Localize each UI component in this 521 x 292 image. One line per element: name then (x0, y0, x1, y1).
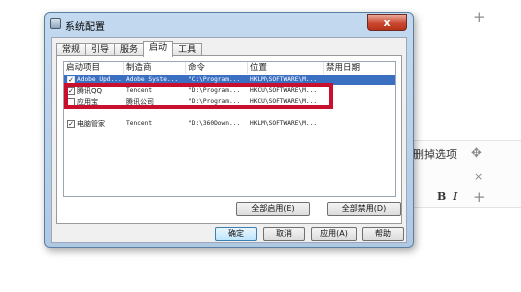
cancel-button[interactable]: 取消 (263, 227, 305, 241)
help-button[interactable]: 帮助 (362, 227, 404, 241)
window-title: 系统配置 (65, 22, 105, 33)
list-header: 启动项目 制造商 命令 位置 禁用日期 (64, 62, 395, 74)
app-icon (50, 18, 61, 29)
add-block-icon-2[interactable]: + (473, 188, 486, 206)
column-header-item[interactable]: 启动项目 (64, 62, 124, 74)
editor-option-text: 删掉选项 (413, 148, 457, 161)
cell-command: "D:\360Down... (188, 120, 241, 127)
column-header-vendor[interactable]: 制造商 (124, 62, 186, 74)
dialog-client-area: 常规 引导 服务 启动 工具 启动项目 制造商 命令 位置 禁用日期 ✓ Ado… (51, 37, 407, 243)
title-bar[interactable]: 系统配置 x (45, 13, 413, 34)
tab-startup[interactable]: 启动 (143, 41, 174, 57)
move-handle-icon[interactable]: ✥ (471, 146, 482, 161)
cell-location: HKLM\SOFTWARE\M... (250, 120, 318, 127)
tab-strip: 常规 引导 服务 启动 工具 (56, 41, 203, 57)
column-header-location[interactable]: 位置 (248, 62, 324, 74)
close-icon[interactable]: × (474, 170, 483, 183)
disable-all-button[interactable]: 全部禁用(D) (327, 202, 401, 216)
cell-item: 电脑管家 (77, 120, 105, 128)
close-button[interactable]: x (367, 14, 407, 31)
table-row[interactable]: ✓ 电脑管家 Tencent "D:\360Down... HKLM\SOFTW… (64, 119, 395, 129)
ok-button[interactable]: 确定 (215, 227, 257, 241)
italic-button[interactable]: I (453, 190, 457, 203)
row-checkbox[interactable]: ✓ (67, 120, 75, 128)
column-header-disabled-date[interactable]: 禁用日期 (324, 62, 395, 74)
add-block-icon[interactable]: + (473, 8, 486, 26)
apply-button[interactable]: 应用(A) (311, 227, 357, 241)
enable-all-button[interactable]: 全部启用(E) (236, 202, 310, 216)
column-header-command[interactable]: 命令 (186, 62, 248, 74)
highlight-annotation (64, 83, 333, 109)
system-config-dialog: 系统配置 x 常规 引导 服务 启动 工具 启动项目 制造商 命令 位置 禁用日… (44, 12, 414, 248)
startup-tab-panel: 启动项目 制造商 命令 位置 禁用日期 ✓ Adobe Upd... Adobe… (56, 55, 402, 224)
bold-button[interactable]: B (437, 190, 446, 203)
cell-vendor: Tencent (126, 120, 153, 127)
startup-list[interactable]: 启动项目 制造商 命令 位置 禁用日期 ✓ Adobe Upd... Adobe… (63, 61, 396, 197)
